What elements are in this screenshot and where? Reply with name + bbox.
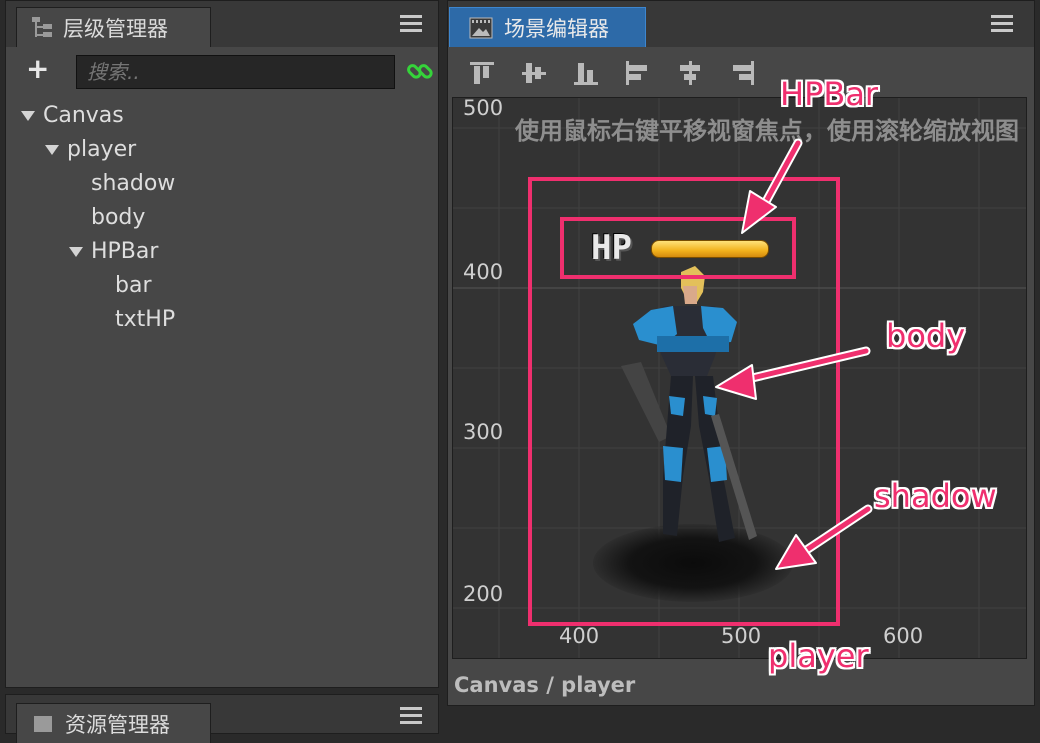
align-bottom-icon[interactable] — [572, 59, 600, 87]
x-tick-600: 600 — [883, 624, 924, 648]
x-tick-500: 500 — [721, 624, 762, 648]
x-tick-400: 400 — [559, 624, 600, 648]
assets-menu-icon[interactable] — [400, 707, 422, 725]
y-tick-200: 200 — [463, 582, 504, 606]
search-input[interactable] — [76, 55, 395, 89]
align-left-icon[interactable] — [624, 59, 652, 87]
align-hcenter-icon[interactable] — [676, 59, 704, 87]
assets-panel: 资源管理器 — [5, 694, 439, 743]
link-icon[interactable] — [406, 57, 434, 85]
hierarchy-menu-icon[interactable] — [400, 15, 422, 33]
assets-title: 资源管理器 — [65, 712, 170, 737]
tree-item-shadow[interactable]: shadow — [91, 171, 175, 196]
annotation-hpbar: HPBar — [780, 75, 879, 113]
hierarchy-title: 层级管理器 — [63, 16, 168, 41]
annotation-player: player — [768, 637, 869, 675]
align-top-icon[interactable] — [468, 59, 496, 87]
align-right-icon[interactable] — [728, 59, 756, 87]
scene-tabbar: 场景编辑器 — [448, 1, 1034, 47]
tab-scene[interactable]: 场景编辑器 — [449, 7, 646, 47]
scene-panel: 场景编辑器 500 400 300 200 400 500 600 使用鼠标右键… — [447, 0, 1035, 706]
tab-assets[interactable]: 资源管理器 — [16, 703, 211, 743]
breadcrumb: Canvas / player — [454, 673, 636, 697]
scene-title: 场景编辑器 — [504, 16, 609, 41]
hpbar-highlight-box — [560, 217, 796, 279]
y-tick-400: 400 — [463, 260, 504, 284]
tree-item-player[interactable]: player — [45, 137, 136, 162]
expand-arrow-icon[interactable] — [45, 144, 59, 155]
align-vcenter-icon[interactable] — [520, 59, 548, 87]
tree-item-body[interactable]: body — [91, 205, 145, 230]
expand-arrow-icon[interactable] — [69, 246, 83, 257]
tree-item-bar[interactable]: bar — [115, 273, 152, 298]
tree-item-txthp[interactable]: txtHP — [115, 307, 175, 332]
add-icon[interactable]: + — [26, 54, 49, 84]
hierarchy-panel: 层级管理器 + Canvas player shadow body HPBar … — [5, 0, 439, 688]
scene-viewport[interactable]: 500 400 300 200 400 500 600 使用鼠标右键平移视窗焦点… — [452, 97, 1027, 659]
hierarchy-icon — [32, 16, 52, 37]
tree-item-hpbar[interactable]: HPBar — [69, 239, 158, 264]
scene-icon — [469, 17, 493, 38]
assets-icon — [34, 715, 52, 732]
scene-menu-icon[interactable] — [991, 15, 1013, 33]
hierarchy-tabbar: 层级管理器 — [6, 1, 438, 47]
tree-item-canvas[interactable]: Canvas — [21, 103, 124, 128]
annotation-shadow: shadow — [874, 477, 997, 515]
viewport-hint: 使用鼠标右键平移视窗焦点，使用滚轮缩放视图 — [515, 117, 1019, 145]
expand-arrow-icon[interactable] — [21, 110, 35, 121]
annotation-body: body — [886, 317, 966, 355]
tab-hierarchy[interactable]: 层级管理器 — [16, 7, 211, 47]
y-tick-300: 300 — [463, 420, 504, 444]
